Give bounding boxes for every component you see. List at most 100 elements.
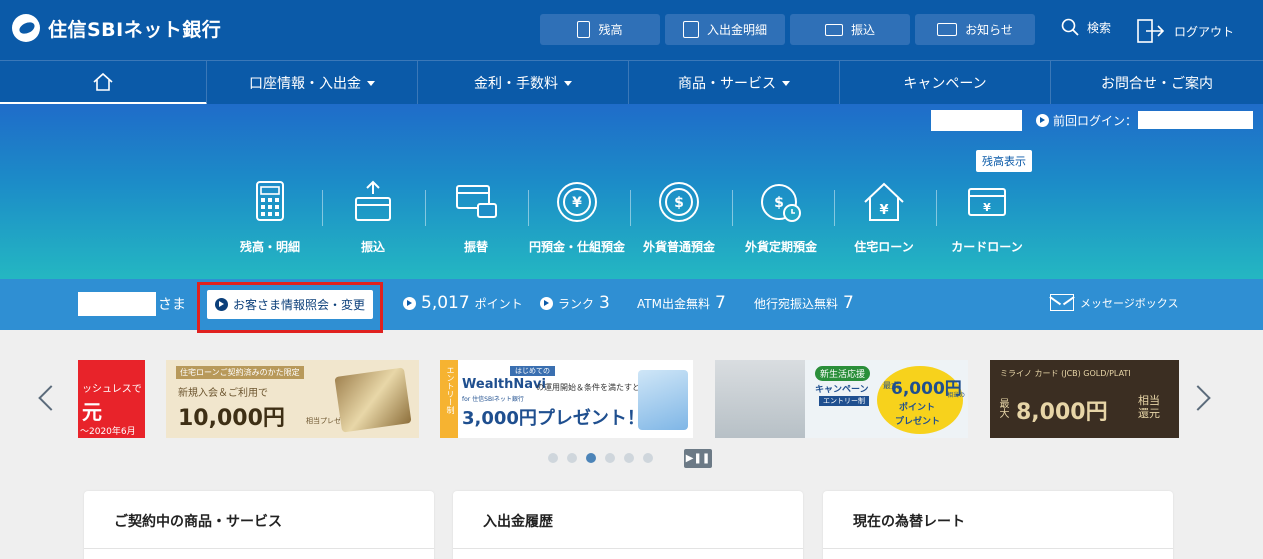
masked-name-field: [931, 110, 1022, 131]
quick-label: 外貨定期預金: [744, 240, 817, 254]
statement-button[interactable]: 入出金明細: [665, 14, 785, 45]
carousel-dot-active[interactable]: [586, 453, 596, 463]
nav-account-info[interactable]: 口座情報・入出金: [207, 61, 418, 105]
person-photo-image: [715, 360, 805, 438]
banner-text: 住宅ローンご契約済みのかた限定: [176, 366, 304, 379]
last-login: 前回ログイン：: [1036, 112, 1137, 129]
notice-button-label: お知らせ: [965, 23, 1013, 37]
quick-transfer[interactable]: 振込: [323, 180, 423, 255]
balance-show-button[interactable]: 残高表示: [976, 150, 1032, 172]
banner-text: for 住信SBIネット銀行: [462, 396, 524, 403]
quick-label: カードローン: [951, 240, 1023, 254]
transfer-card-icon: [355, 180, 391, 221]
transfer-icon: [824, 23, 843, 36]
banner-text: 最大: [997, 398, 1008, 418]
mail-icon: [937, 23, 958, 36]
carousel-play-pause-button[interactable]: ▶❚❚: [684, 449, 712, 468]
banner-text: キャンペーン: [815, 385, 869, 395]
yen-coin-icon: ¥: [557, 182, 597, 222]
nav-campaign-label: キャンペーン: [903, 76, 987, 92]
quick-fx-savings[interactable]: $ 外貨普通預金: [629, 180, 729, 255]
exchange-rate-card: 現在の為替レート: [823, 491, 1173, 559]
dollar-coin-icon: $: [659, 182, 699, 222]
search-icon: [1061, 18, 1079, 36]
rank-label: ランク: [558, 296, 595, 311]
quick-label: 残高・明細: [239, 240, 300, 254]
calculator-icon: [577, 21, 591, 38]
nav-home[interactable]: [0, 61, 207, 105]
atm-label: ATM出金無料: [637, 296, 710, 311]
rank-link[interactable]: ランク 3: [540, 293, 610, 313]
transfer-free-label: 他行宛振込無料: [754, 296, 839, 311]
banner-new-life[interactable]: 新生活応援 キャンペーン エントリー制 最大 6,000円 相当の ポイント プ…: [715, 360, 968, 438]
statement-icon: [682, 21, 699, 38]
arrow-circle-icon: [214, 298, 228, 311]
carousel-dot[interactable]: [605, 453, 615, 463]
logout-icon: [1137, 19, 1165, 43]
banner-text: 8,000円: [1016, 400, 1108, 425]
banner-text: の運用開始＆条件を満たすと: [536, 383, 640, 392]
last-login-label: 前回ログイン：: [1053, 114, 1138, 128]
main-nav: 口座情報・入出金 金利・手数料 商品・サービス キャンペーン お問合せ・ご案内: [0, 60, 1263, 105]
balance-button[interactable]: 残高: [540, 14, 660, 45]
banner-wealthnavi[interactable]: エントリー制 はじめての WealthNavi for 住信SBIネット銀行 の…: [440, 360, 693, 438]
nav-contact[interactable]: お問合せ・ご案内: [1051, 61, 1263, 105]
global-header: 住信SBIネット銀行 残高 入出金明細 振込 お知らせ 検索 ログアウト: [0, 0, 1263, 60]
message-box-link[interactable]: メッセージボックス: [1050, 294, 1178, 311]
search-label: 検索: [1087, 20, 1112, 35]
quick-label: 外貨普通預金: [642, 240, 715, 254]
banner-home-loan[interactable]: 住宅ローンご契約済みのかた限定 新規入会＆ご利用で 10,000円 相当プレゼン…: [166, 360, 419, 438]
quick-home-loan[interactable]: ¥ 住宅ローン: [834, 180, 934, 255]
banner-text: プレゼント: [895, 417, 941, 427]
transfer-button[interactable]: 振込: [790, 14, 910, 45]
customer-info-button[interactable]: お客さま情報照会・変更: [207, 290, 373, 319]
nav-products[interactable]: 商品・サービス: [629, 61, 840, 105]
banner-text: 10,000円: [178, 406, 285, 431]
quick-balance-statement[interactable]: 残高・明細: [220, 180, 320, 255]
home-icon: [93, 72, 113, 91]
banner-text: 元: [82, 400, 102, 424]
banner-miraino-card[interactable]: ミライノ カード (JCB) GOLD/PLATI 最大 8,000円 相当還元: [990, 360, 1179, 438]
exchange-card-icon: [456, 185, 497, 218]
search-link[interactable]: 検索: [1061, 18, 1111, 36]
calculator-icon: [256, 181, 284, 221]
transfer-button-label: 振込: [850, 23, 875, 37]
transaction-history-card: 入出金履歴: [453, 491, 803, 559]
arrow-circle-icon: [540, 296, 553, 310]
card-title: ご契約中の商品・サービス: [114, 514, 282, 530]
banner-text: ッシュレスで: [82, 384, 142, 395]
points-link[interactable]: 5,017 ポイント: [403, 293, 523, 313]
svg-text:¥: ¥: [879, 203, 888, 218]
carousel-prev-button[interactable]: [38, 383, 52, 413]
carousel-next-button[interactable]: [1193, 383, 1207, 413]
quick-exchange[interactable]: 振替: [426, 180, 526, 255]
divider: [823, 548, 1173, 549]
bank-logo[interactable]: 住信SBIネット銀行: [12, 14, 221, 42]
nav-rates-fees[interactable]: 金利・手数料: [418, 61, 629, 105]
quick-fx-time-deposit[interactable]: $ 外貨定期預金: [731, 180, 831, 255]
points-label: ポイント: [474, 296, 523, 311]
nav-products-label: 商品・サービス: [678, 76, 776, 92]
customer-info-button-label: お客さま情報照会・変更: [232, 298, 365, 312]
banner-text: エントリー制: [819, 396, 869, 406]
arrow-circle-icon: [1036, 114, 1049, 127]
quick-label: 円預金・仕組預金: [528, 240, 625, 254]
svg-text:¥: ¥: [572, 195, 582, 211]
carousel-dot[interactable]: [548, 453, 558, 463]
carousel-dot[interactable]: [567, 453, 577, 463]
banner-text: はじめての: [510, 366, 555, 376]
atm-free-info: ATM出金無料 7: [637, 293, 726, 313]
notice-button[interactable]: お知らせ: [915, 14, 1035, 45]
carousel-dot[interactable]: [643, 453, 653, 463]
nav-campaign[interactable]: キャンペーン: [840, 61, 1051, 105]
carousel-indicators: [548, 453, 653, 463]
carousel-dot[interactable]: [624, 453, 634, 463]
envelope-icon: [1050, 294, 1074, 311]
banner-cashless[interactable]: ッシュレスで 元 ～2020年6月: [78, 360, 145, 438]
quick-card-loan[interactable]: ¥ カードローン: [937, 180, 1037, 255]
banner-text: ～2020年6月: [80, 427, 136, 437]
quick-yen-deposit[interactable]: ¥ 円預金・仕組預金: [527, 180, 627, 255]
logout-link[interactable]: ログアウト: [1136, 18, 1234, 44]
banner-text: 相当の: [947, 392, 966, 399]
transfer-free-info: 他行宛振込無料 7: [754, 293, 854, 313]
